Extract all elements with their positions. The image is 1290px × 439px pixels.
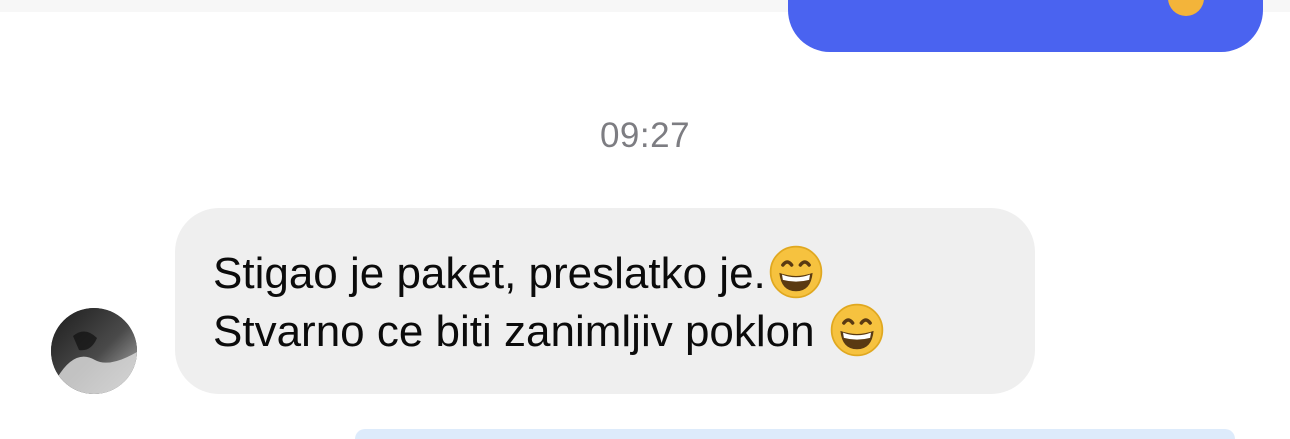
grinning-face-emoji-icon	[830, 304, 884, 357]
message-line: Stvarno ce biti zanimljiv poklon	[213, 304, 885, 358]
next-message-bubble-edge	[355, 429, 1235, 439]
emoji-icon	[1168, 0, 1204, 16]
message-timestamp: 09:27	[599, 116, 691, 155]
message-text: Stvarno ce biti zanimljiv poklon	[213, 307, 827, 356]
message-line: Stigao je paket, preslatko je.	[213, 246, 824, 300]
sent-message-bubble[interactable]	[788, 0, 1263, 52]
received-message-bubble[interactable]: Stigao je paket, preslatko je. Stvarno c…	[175, 208, 1035, 394]
message-text: Stigao je paket, preslatko je.	[213, 249, 766, 298]
grinning-face-emoji-icon	[769, 246, 823, 299]
contact-avatar[interactable]	[51, 308, 137, 394]
avatar-photo	[51, 308, 137, 394]
